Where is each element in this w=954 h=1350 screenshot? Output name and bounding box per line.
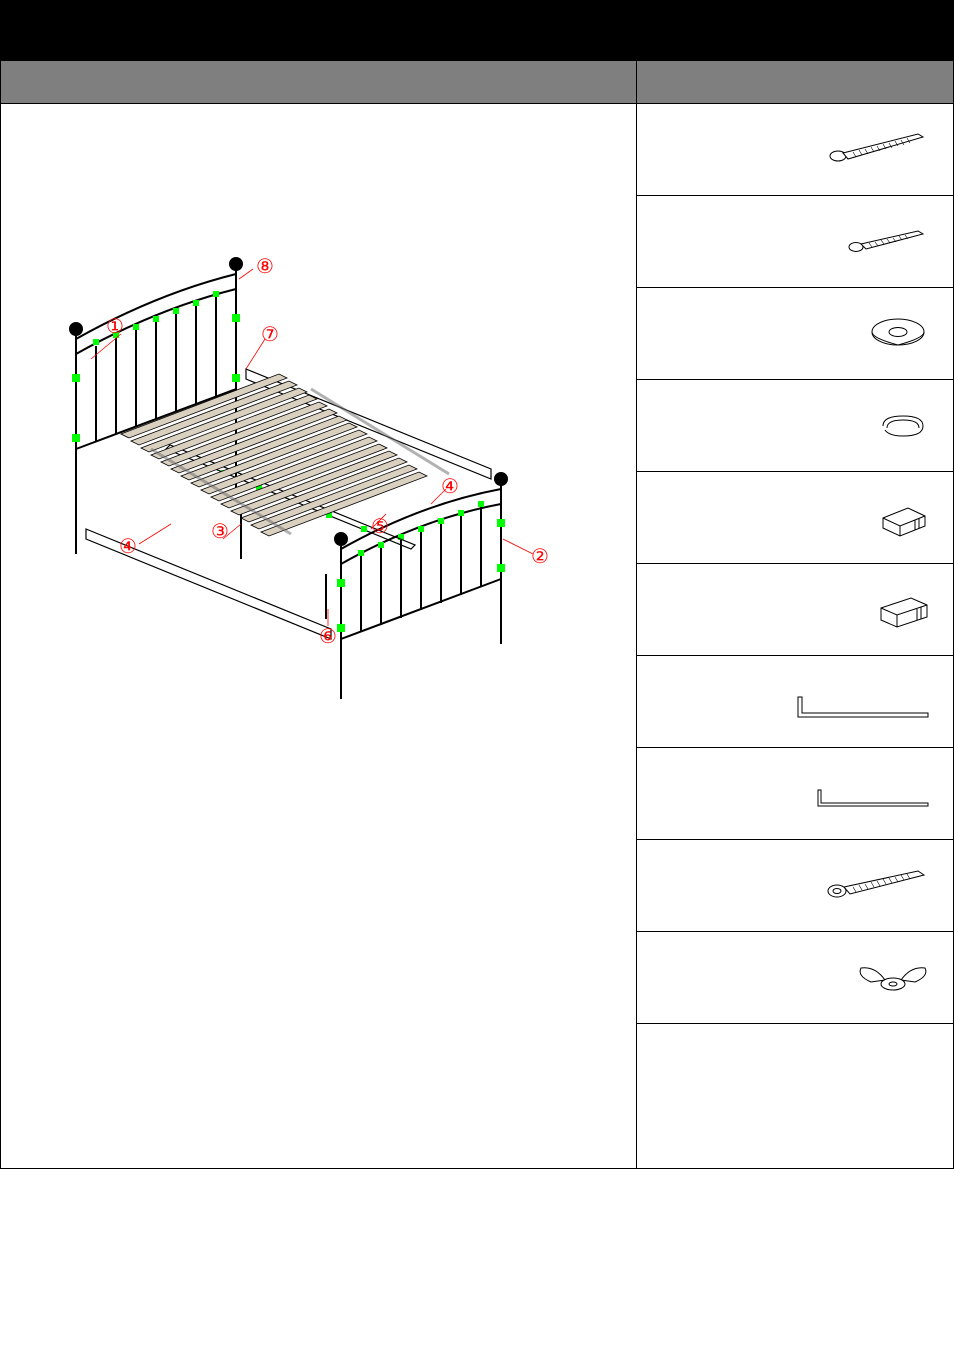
fittings-header [637, 61, 953, 103]
fittings-blank-tail [637, 1024, 953, 1168]
allen-key-small-icon [813, 776, 933, 812]
part-row-end-cap [637, 564, 953, 656]
bolt-hex-icon [823, 868, 933, 904]
spring-washer-icon [873, 408, 933, 444]
bolt-long-icon [823, 132, 933, 168]
bolt-short-icon [843, 227, 933, 257]
components-header [1, 61, 637, 103]
part-row-bolt-short [637, 196, 953, 288]
side-cap-icon [873, 498, 933, 538]
allen-key-large-icon [793, 682, 933, 722]
part-row-flat-washer [637, 288, 953, 380]
callout-4a: ④ [119, 534, 137, 559]
flat-washer-icon [863, 314, 933, 354]
callout-2: ② [531, 544, 549, 569]
part-row-wing-nut [637, 932, 953, 1024]
part-row-side-cap [637, 472, 953, 564]
part-row-allen-key-small [637, 748, 953, 840]
callout-1: ① [106, 314, 124, 339]
callout-4b: ④ [441, 474, 459, 499]
title-bar [1, 1, 953, 61]
header-row [1, 61, 953, 104]
callout-7: ⑦ [261, 322, 279, 347]
part-row-spring-washer [637, 380, 953, 472]
part-row-bolt-long [637, 104, 953, 196]
body-row: ① ⑧ ⑦ ④ ④ ③ ⑤ ⑥ ② [1, 104, 953, 1168]
components-panel: ① ⑧ ⑦ ④ ④ ③ ⑤ ⑥ ② [1, 104, 637, 1168]
end-cap-icon [873, 590, 933, 630]
bed-svg [31, 234, 591, 704]
callout-3: ③ [211, 519, 229, 544]
fittings-panel [637, 104, 953, 1168]
part-row-allen-key-large [637, 656, 953, 748]
callout-8: ⑧ [256, 254, 274, 279]
callout-6: ⑥ [319, 624, 337, 649]
callout-5: ⑤ [371, 514, 389, 539]
page-container: ① ⑧ ⑦ ④ ④ ③ ⑤ ⑥ ② [0, 0, 954, 1169]
bed-exploded-diagram: ① ⑧ ⑦ ④ ④ ③ ⑤ ⑥ ② [31, 234, 591, 704]
part-row-bolt-hex [637, 840, 953, 932]
wing-nut-icon [853, 958, 933, 998]
